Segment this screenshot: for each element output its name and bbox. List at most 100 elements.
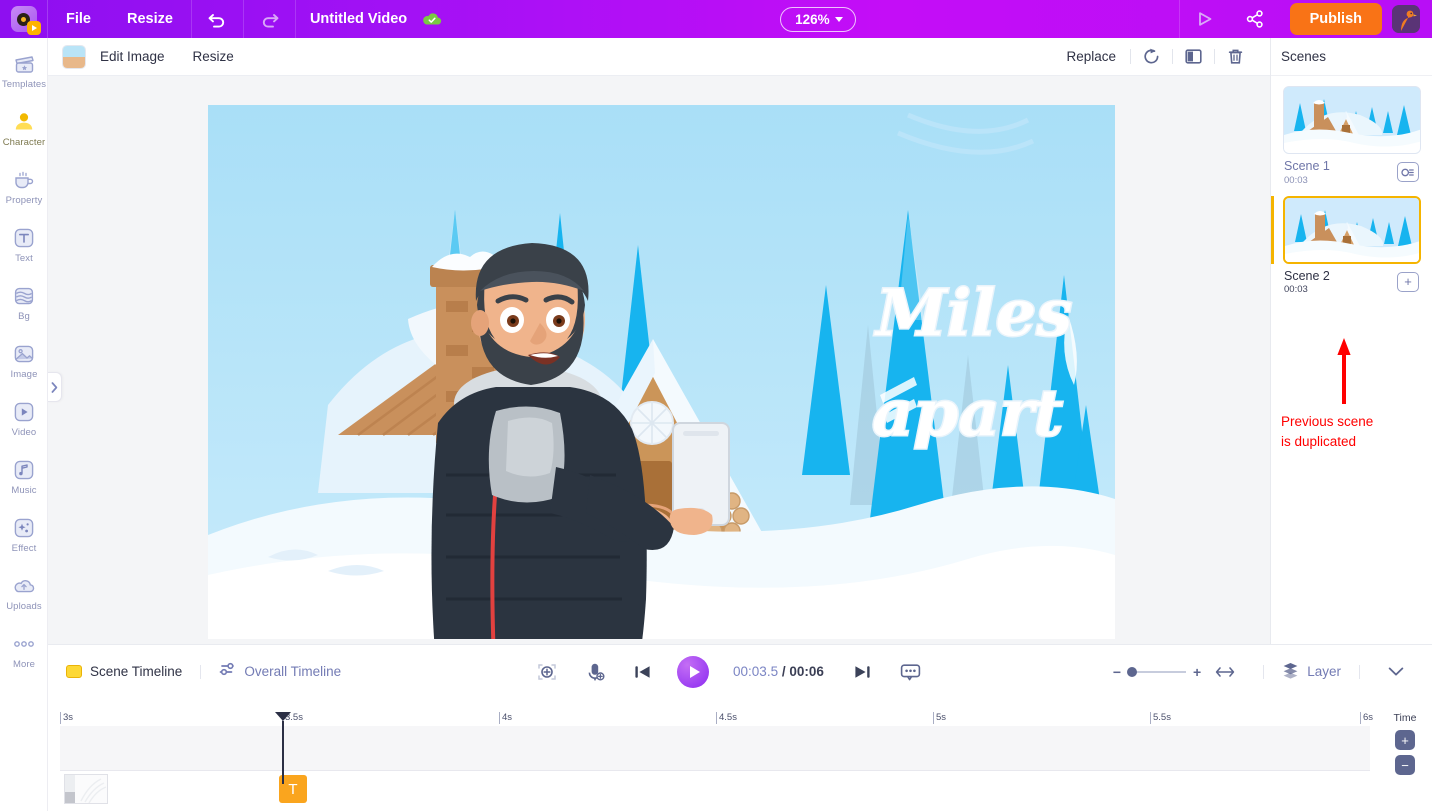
trash-icon[interactable]: [1215, 47, 1256, 66]
scene-thumbnail[interactable]: [1283, 86, 1421, 154]
next-frame-icon[interactable]: [838, 664, 886, 680]
left-sidebar: Templates Character Property Text Bg Ima…: [0, 38, 48, 811]
previous-frame-icon[interactable]: [619, 664, 667, 680]
tab-label: Overall Timeline: [244, 664, 342, 679]
clip-preview: [75, 775, 107, 803]
add-scene-icon[interactable]: +: [1397, 271, 1419, 292]
property-icon: [12, 168, 36, 192]
sidebar-item-label: Music: [11, 485, 37, 496]
microphone-record-icon[interactable]: [571, 662, 619, 682]
timeline-zoom-slider[interactable]: − +: [1113, 664, 1201, 680]
sidebar-item-label: Bg: [18, 311, 30, 322]
sidebar-item-label: Video: [11, 427, 37, 438]
timeline-clip-row[interactable]: [60, 771, 1370, 811]
sidebar-item-templates[interactable]: Templates: [0, 52, 48, 108]
play-button[interactable]: [677, 655, 710, 688]
layer-button[interactable]: Layer: [1278, 661, 1345, 683]
tab-scene-timeline[interactable]: Scene Timeline: [62, 664, 186, 679]
scene-canvas[interactable]: Miles apart: [208, 105, 1115, 639]
text-icon: [13, 226, 35, 250]
toolbar-divider: [1263, 664, 1265, 679]
toolbar-divider: [1359, 664, 1360, 679]
share-icon[interactable]: [1230, 0, 1280, 38]
zoom-slider-handle[interactable]: [1127, 666, 1138, 677]
ruler-tick: 5.5s: [1150, 712, 1171, 724]
replace-button[interactable]: Replace: [1052, 49, 1130, 64]
sidebar-item-music[interactable]: Music: [0, 458, 48, 514]
rotate-icon[interactable]: [1131, 47, 1172, 66]
canvas-stage[interactable]: Miles apart: [48, 76, 1270, 644]
redo-icon[interactable]: [244, 0, 295, 38]
ruler-tick: 4s: [499, 712, 512, 724]
user-avatar[interactable]: [1392, 5, 1420, 33]
panel-expand-toggle[interactable]: [48, 372, 62, 402]
video-icon: [13, 400, 35, 424]
menu-resize[interactable]: Resize: [109, 0, 191, 38]
time-label: Time: [1393, 712, 1417, 724]
sidebar-item-uploads[interactable]: Uploads: [0, 574, 48, 630]
uploads-cloud-icon: [12, 574, 36, 598]
timeline-toolbar: Scene Timeline Overall Timeline 00:03.5 …: [48, 644, 1432, 698]
music-icon: [13, 458, 35, 482]
focus-target-icon[interactable]: [523, 662, 571, 682]
sidebar-item-label: Effect: [11, 543, 37, 554]
flip-horizontal-icon[interactable]: [1173, 47, 1214, 66]
current-time: 00:03.5: [733, 664, 779, 679]
tab-overall-timeline[interactable]: Overall Timeline: [215, 661, 345, 683]
playhead-line: [282, 721, 284, 784]
scene-name[interactable]: Scene 2: [1284, 269, 1330, 285]
annotation-text: Previous scene is duplicated: [1281, 412, 1431, 451]
timeline-ruler[interactable]: 3s 3.5s 4s 4.5s 5s 5.5s 6s: [60, 712, 1373, 726]
sidebar-item-more[interactable]: More: [0, 632, 48, 688]
chevron-down-icon[interactable]: [1374, 666, 1418, 677]
selected-image-thumbnail: [62, 44, 86, 69]
scene-card-2[interactable]: Scene 2 00:03 +: [1271, 186, 1432, 295]
winter-scene-artwork: Miles apart: [208, 105, 1115, 639]
sidebar-item-label: Image: [10, 369, 38, 380]
templates-icon: [13, 52, 36, 76]
zoom-slider-track[interactable]: [1127, 666, 1187, 677]
cloud-saved-icon: [407, 11, 457, 27]
publish-button[interactable]: Publish: [1289, 3, 1382, 35]
preview-play-icon[interactable]: [1180, 0, 1230, 38]
sidebar-item-bg[interactable]: Bg: [0, 284, 48, 340]
resize-button[interactable]: Resize: [179, 49, 248, 64]
sidebar-item-image[interactable]: Image: [0, 342, 48, 398]
scene-card-1[interactable]: Scene 1 00:03: [1271, 76, 1432, 186]
fit-width-icon[interactable]: [1201, 665, 1249, 679]
top-toolbar: File Resize Untitled Video 126% Publish: [0, 0, 1432, 38]
sidebar-item-label: More: [12, 659, 36, 670]
timeline-playhead[interactable]: [275, 712, 291, 784]
sidebar-item-effect[interactable]: Effect: [0, 516, 48, 572]
zoom-out-button[interactable]: −: [1113, 664, 1121, 680]
scene-thumbnail[interactable]: [1283, 195, 1421, 264]
sidebar-item-character[interactable]: Character: [0, 110, 48, 166]
zoom-in-button[interactable]: +: [1193, 664, 1201, 680]
sidebar-item-video[interactable]: Video: [0, 400, 48, 456]
link-transition-icon[interactable]: [1397, 162, 1419, 183]
scene-name[interactable]: Scene 1: [1284, 159, 1330, 175]
clip-waveform: [65, 775, 75, 803]
app-logo[interactable]: [0, 0, 48, 38]
layers-icon: [1282, 661, 1299, 683]
timecode-display: 00:03.5 / 00:06: [733, 664, 824, 679]
undo-icon[interactable]: [192, 0, 243, 38]
app-root: File Resize Untitled Video 126% Publish: [0, 0, 1432, 811]
menu-file[interactable]: File: [48, 0, 109, 38]
sidebar-item-label: Templates: [1, 79, 47, 90]
ruler-tick: 6s: [1360, 712, 1373, 724]
subtitle-icon[interactable]: [886, 663, 935, 681]
time-separator: /: [781, 664, 786, 679]
canvas-text-line2: apart: [872, 376, 1063, 451]
edit-image-button[interactable]: Edit Image: [86, 49, 179, 64]
zoom-level-selector[interactable]: 126%: [780, 6, 856, 32]
sidebar-item-property[interactable]: Property: [0, 168, 48, 224]
sidebar-item-text[interactable]: Text: [0, 226, 48, 282]
timeline-track-area[interactable]: [60, 726, 1370, 771]
project-title[interactable]: Untitled Video: [296, 11, 407, 27]
zoom-level-value: 126%: [795, 11, 830, 27]
image-clip-thumbnail[interactable]: [64, 774, 108, 804]
time-increase-button[interactable]: +: [1395, 730, 1415, 750]
time-adjust-controls: Time + −: [1378, 712, 1432, 775]
time-decrease-button[interactable]: −: [1395, 755, 1415, 775]
